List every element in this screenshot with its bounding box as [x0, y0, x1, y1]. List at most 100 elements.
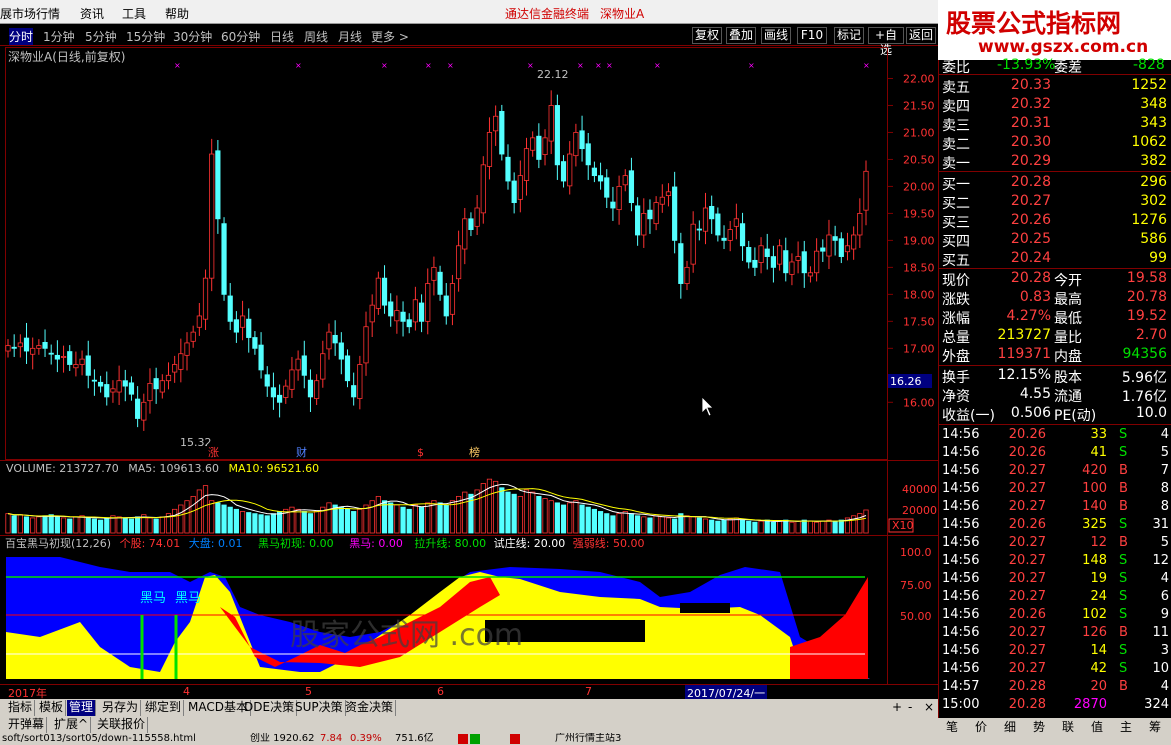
tick-row[interactable]: 14:56 20.26 325 S 31	[939, 516, 1171, 534]
tab-related-quote[interactable]: 关联报价	[95, 717, 149, 733]
right-tab[interactable]: 势	[1033, 718, 1045, 735]
overlay-button[interactable]: 叠加	[726, 27, 756, 44]
tick-row[interactable]: 14:56 20.26 41 S 5	[939, 444, 1171, 462]
fund-value-2: 1.76亿	[1121, 389, 1167, 405]
tick-row[interactable]: 14:56 20.27 140 B 8	[939, 498, 1171, 516]
period-5min[interactable]: 5分钟	[85, 28, 117, 45]
tick-row[interactable]: 14:56 20.26 102 S 9	[939, 606, 1171, 624]
ask-row[interactable]: 卖四 20.32 348	[939, 95, 1171, 115]
chart-area[interactable]: 深物业A(日线,前复权) 16.00 17.00 17.50 18.00 18.50 19…	[0, 47, 938, 687]
tick-row[interactable]: 15:00 20.28 2870 324	[939, 696, 1171, 714]
tick-row[interactable]: 14:56 20.26 33 S 4	[939, 426, 1171, 444]
period-30min[interactable]: 30分钟	[173, 28, 212, 45]
ask-price: 20.32	[1010, 96, 1051, 112]
tick-row[interactable]: 14:56 20.27 148 S 12	[939, 552, 1171, 570]
ask-row[interactable]: 卖一 20.29 382	[939, 152, 1171, 172]
app-title: 通达信金融终端	[505, 7, 590, 21]
ask-row[interactable]: 卖三 20.31 343	[939, 114, 1171, 134]
bid-row[interactable]: 买二 20.27 302	[939, 192, 1171, 212]
tick-count: 6	[1160, 589, 1169, 604]
fundamental-row[interactable]: 收益(一) 0.506 PE(动) 10.0	[939, 404, 1171, 424]
candle-body	[202, 277, 209, 320]
event-rank[interactable]: 榜	[469, 445, 480, 459]
candle-body	[233, 319, 239, 333]
f10-button[interactable]: F10	[797, 27, 827, 44]
right-tab[interactable]: 价	[975, 718, 987, 735]
tick-row[interactable]: 14:56 20.27 420 B 7	[939, 462, 1171, 480]
tick-row[interactable]: 14:56 20.27 12 B 5	[939, 534, 1171, 552]
bid-row[interactable]: 买三 20.26 1276	[939, 211, 1171, 231]
candle-body	[863, 170, 869, 211]
tab-template[interactable]: 模板	[37, 700, 67, 716]
right-tab[interactable]: 联	[1062, 718, 1074, 735]
stat-value-2: 19.52	[1126, 308, 1167, 324]
right-tab[interactable]: 笔	[946, 718, 958, 735]
period-1min[interactable]: 1分钟	[43, 28, 75, 45]
right-tab[interactable]: 细	[1004, 718, 1016, 735]
restore-right-button[interactable]: 复权	[692, 27, 722, 44]
menu-tools[interactable]: 工具	[122, 5, 146, 22]
candle-body	[301, 355, 307, 376]
tick-row[interactable]: 14:56 20.27 14 S 3	[939, 642, 1171, 660]
period-monthly[interactable]: 月线	[338, 28, 362, 45]
bid-row[interactable]: 买五 20.24 99	[939, 249, 1171, 269]
stat-row[interactable]: 涨幅 4.27% 最低 19.52	[939, 307, 1171, 327]
tab-danmaku[interactable]: 开弹幕	[6, 717, 48, 733]
chart-svg[interactable]: 深物业A(日线,前复权) 16.00 17.00 17.50 18.00 18.50 19…	[0, 47, 938, 687]
tab-expand[interactable]: 扩展^	[52, 717, 92, 733]
ask-row[interactable]: 卖二 20.30 1062	[939, 133, 1171, 153]
tick-row[interactable]: 14:56 20.27 19 S 4	[939, 570, 1171, 588]
volume-bar	[659, 516, 665, 534]
stat-row[interactable]: 现价 20.28 今开 19.58	[939, 269, 1171, 289]
fundamental-row[interactable]: 换手 12.15% 股本 5.96亿	[939, 366, 1171, 386]
right-tab[interactable]: 值	[1091, 718, 1103, 735]
back-button[interactable]: 返回	[906, 27, 936, 44]
mark-button[interactable]: 标记	[834, 27, 864, 44]
period-60min[interactable]: 60分钟	[221, 28, 260, 45]
menu-news[interactable]: 资讯	[80, 5, 104, 22]
candle-body	[110, 388, 116, 393]
period-more[interactable]: 更多 >	[371, 28, 409, 45]
menu-help[interactable]: 帮助	[165, 5, 189, 22]
candle-body	[616, 186, 622, 211]
tab-fund[interactable]: 资金决策	[343, 700, 397, 716]
candle-body	[17, 342, 23, 348]
tab-bind-to[interactable]: 绑定到	[143, 700, 185, 716]
stat-row[interactable]: 涨跌 0.83 最高 20.78	[939, 288, 1171, 308]
event-limit-up[interactable]: 涨	[208, 446, 219, 459]
period-daily[interactable]: 日线	[270, 28, 294, 45]
menu-market[interactable]: 展市场行情	[0, 5, 60, 22]
tab-indicator[interactable]: 指标	[6, 700, 36, 716]
stat-row[interactable]: 外盘 119371 内盘 94356	[939, 345, 1171, 365]
zoom-out-button[interactable]: -	[906, 700, 914, 716]
tab-save-as[interactable]: 另存为	[100, 700, 142, 716]
volume-bar	[863, 509, 869, 534]
fundamental-row[interactable]: 净资 4.55 流通 1.76亿	[939, 385, 1171, 405]
tick-row[interactable]: 14:56 20.27 42 S 10	[939, 660, 1171, 678]
event-dividend[interactable]: $	[417, 446, 424, 459]
volume-bar	[369, 500, 375, 534]
add-favorite-button[interactable]: +自选	[868, 27, 904, 57]
bid-row[interactable]: 买四 20.25 586	[939, 230, 1171, 250]
candle-body	[264, 374, 270, 387]
event-finance[interactable]: 财	[296, 445, 307, 459]
top-marker-icon: ×	[447, 61, 454, 70]
period-15min[interactable]: 15分钟	[126, 28, 165, 45]
tab-sup[interactable]: SUP决策	[293, 700, 346, 716]
period-weekly[interactable]: 周线	[304, 28, 328, 45]
period-tick[interactable]: 分时	[9, 28, 34, 45]
tick-row[interactable]: 14:56 20.27 126 B 11	[939, 624, 1171, 642]
tab-manage[interactable]: 管理	[67, 700, 97, 716]
bid-row[interactable]: 买一 20.28 296	[939, 173, 1171, 193]
draw-line-button[interactable]: 画线	[761, 27, 791, 44]
right-tab[interactable]: 筹	[1149, 718, 1161, 735]
stat-row[interactable]: 总量 213727 量比 2.70	[939, 326, 1171, 346]
right-tab[interactable]: 主	[1120, 718, 1132, 735]
close-panel-button[interactable]: ×	[922, 700, 936, 716]
tab-dde[interactable]: DDE决策	[242, 700, 298, 716]
tick-row[interactable]: 14:57 20.28 20 B 4	[939, 678, 1171, 696]
tick-row[interactable]: 14:56 20.27 100 B 8	[939, 480, 1171, 498]
zoom-in-button[interactable]: +	[890, 700, 904, 716]
ask-row[interactable]: 卖五 20.33 1252	[939, 76, 1171, 96]
tick-row[interactable]: 14:56 20.27 24 S 6	[939, 588, 1171, 606]
